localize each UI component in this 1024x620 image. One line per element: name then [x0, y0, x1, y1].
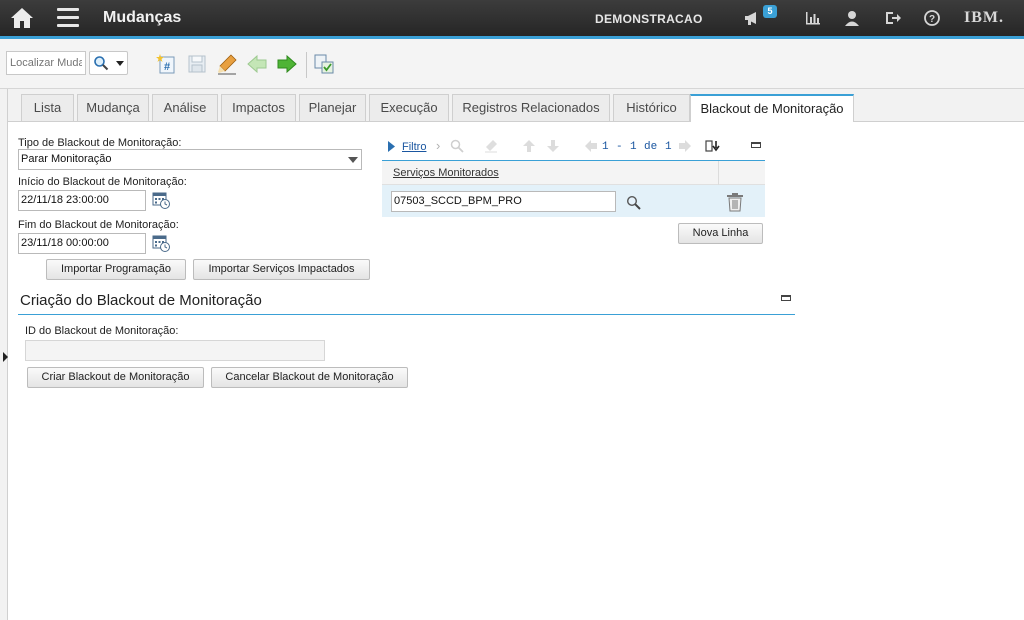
blackout-id-field	[25, 340, 325, 361]
tab-blackout-de-monitoracao[interactable]: Blackout de Monitoração	[690, 94, 854, 122]
new-record-icon[interactable]: #	[156, 53, 178, 75]
page-range-end: 1	[630, 141, 637, 153]
tipo-blackout-label: Tipo de Blackout de Monitoração:	[18, 137, 182, 149]
expand-panel-arrow-icon[interactable]	[3, 352, 8, 362]
action-toolbar: #	[0, 39, 1024, 89]
search-input[interactable]	[6, 51, 86, 75]
disabled-search-icon	[450, 139, 464, 153]
change-status-icon[interactable]	[313, 53, 335, 75]
import-impacted-services-button[interactable]: Importar Serviços Impactados	[193, 259, 370, 280]
organization-name[interactable]: DEMONSTRACAO	[595, 12, 703, 26]
service-field[interactable]: 07503_SCCD_BPM_PRO	[391, 191, 616, 212]
hamburger-menu-icon[interactable]	[57, 8, 79, 28]
disabled-clear-filter-icon	[485, 140, 497, 153]
creation-section-title: Criação do Blackout de Monitoração	[20, 292, 262, 309]
toolbar-separator	[306, 52, 307, 78]
select-chevron-down-icon[interactable]	[348, 157, 358, 163]
megaphone-icon[interactable]	[743, 9, 761, 27]
calendar-clock-icon[interactable]	[152, 234, 171, 253]
inicio-blackout-label: Início do Blackout de Monitoração:	[18, 176, 187, 188]
page-range-start: 1	[602, 141, 609, 153]
filter-expand-icon[interactable]	[387, 140, 396, 153]
save-icon[interactable]	[186, 53, 208, 75]
download-icon[interactable]	[705, 139, 720, 153]
clear-changes-icon[interactable]	[216, 53, 238, 75]
disabled-previous-page-icon	[585, 140, 597, 152]
previous-record-icon[interactable]	[246, 53, 268, 75]
tab-bar: Lista Mudança Análise Impactos Planejar …	[8, 89, 1024, 122]
filter-link[interactable]: Filtro	[402, 141, 426, 153]
magnifier-icon	[94, 56, 109, 71]
new-row-button[interactable]: Nova Linha	[678, 223, 763, 244]
fim-blackout-field[interactable]: 23/11/18 00:00:00	[18, 233, 146, 254]
column-header-servicos[interactable]: Serviços Monitorados	[393, 167, 499, 179]
tab-historico[interactable]: Histórico	[613, 94, 690, 121]
page-range-dash: -	[616, 141, 623, 153]
notification-badge: 5	[763, 5, 777, 18]
tipo-blackout-select[interactable]: Parar Monitoração	[18, 149, 362, 170]
disabled-down-arrow-icon	[547, 140, 559, 152]
next-record-icon[interactable]	[276, 53, 298, 75]
import-schedule-button[interactable]: Importar Programação	[46, 259, 186, 280]
delete-row-trash-icon[interactable]	[726, 192, 744, 212]
inicio-blackout-field[interactable]: 22/11/18 23:00:00	[18, 190, 146, 211]
tab-execucao[interactable]: Execução	[369, 94, 449, 121]
page-range-total: 1	[665, 141, 672, 153]
column-divider	[718, 161, 719, 185]
help-icon[interactable]: ?	[923, 9, 941, 27]
disabled-next-page-icon	[679, 140, 691, 152]
lookup-search-icon[interactable]	[626, 195, 641, 210]
ibm-logo: IBM.	[964, 9, 1004, 26]
fim-blackout-label: Fim do Blackout de Monitoração:	[18, 219, 179, 231]
tab-impactos[interactable]: Impactos	[221, 94, 296, 121]
user-profile-icon[interactable]	[843, 9, 861, 27]
sign-out-icon[interactable]	[884, 9, 902, 27]
svg-text:?: ?	[929, 14, 935, 25]
search-options-button[interactable]	[89, 51, 128, 75]
collapse-section-icon[interactable]	[781, 295, 791, 301]
table-header-row: Serviços Monitorados	[382, 161, 765, 185]
page-range-of: de	[644, 141, 658, 153]
home-icon[interactable]	[10, 7, 34, 29]
calendar-clock-icon[interactable]	[152, 191, 171, 210]
disabled-up-arrow-icon	[523, 140, 535, 152]
tab-mudanca[interactable]: Mudança	[77, 94, 149, 121]
collapse-table-icon[interactable]	[751, 142, 761, 148]
tab-analise[interactable]: Análise	[152, 94, 218, 121]
section-divider	[18, 314, 795, 315]
top-navigation-bar: Mudanças DEMONSTRACAO 5 ? IBM.	[0, 0, 1024, 36]
table-row[interactable]: 07503_SCCD_BPM_PRO	[382, 185, 765, 217]
blackout-id-label: ID do Blackout de Monitoração:	[25, 325, 179, 337]
tab-planejar[interactable]: Planejar	[299, 94, 366, 121]
tab-registros-relacionados[interactable]: Registros Relacionados	[452, 94, 610, 121]
dropdown-arrow-icon	[116, 61, 124, 66]
tab-lista[interactable]: Lista	[21, 94, 74, 121]
cancel-blackout-button[interactable]: Cancelar Blackout de Monitoração	[211, 367, 408, 388]
reports-icon[interactable]	[804, 9, 822, 27]
svg-text:#: #	[164, 61, 170, 73]
create-blackout-button[interactable]: Criar Blackout de Monitoração	[27, 367, 204, 388]
filter-chevron-icon[interactable]: ›	[436, 138, 440, 153]
app-title: Mudanças	[103, 9, 182, 26]
